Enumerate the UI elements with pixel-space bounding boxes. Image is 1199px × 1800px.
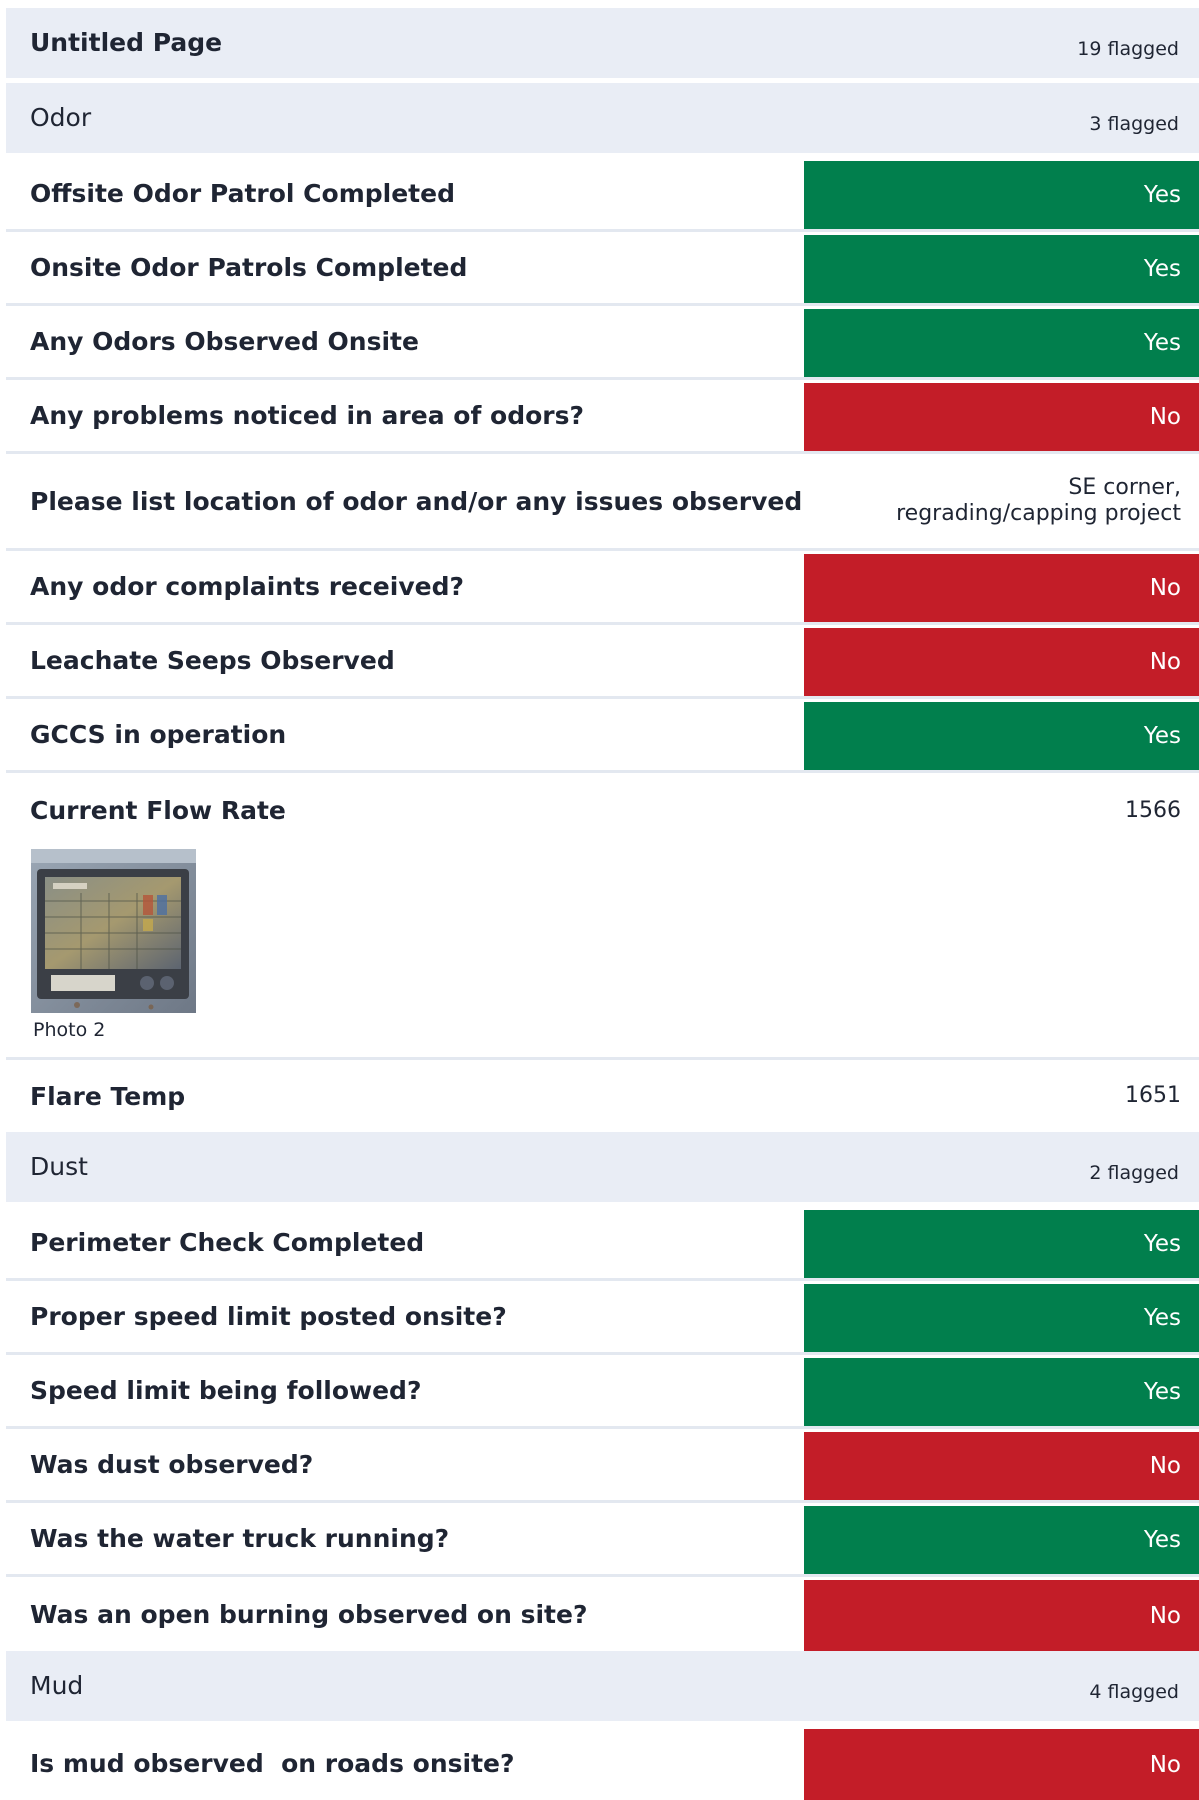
question-label: Leachate Seeps Observed bbox=[30, 646, 395, 675]
answer-no-badge: No bbox=[804, 1580, 1199, 1651]
question-label: Was an open burning observed on site? bbox=[30, 1599, 588, 1629]
list-item: GCCS in operation Yes bbox=[6, 699, 1199, 773]
list-item: Is mud observed on roads onsite? No bbox=[6, 1726, 1199, 1800]
question-label: Was dust observed? bbox=[30, 1450, 314, 1479]
section-flagged-count: 4 flagged bbox=[1089, 1681, 1179, 1703]
question-label: Any odor complaints received? bbox=[30, 572, 464, 601]
question-label: Please list location of odor and/or any … bbox=[30, 486, 803, 516]
list-item: Any Odors Observed Onsite Yes bbox=[6, 306, 1199, 380]
inspection-report: Untitled Page 19 flagged Odor 3 flagged … bbox=[6, 8, 1199, 1800]
question-label: Flare Temp bbox=[30, 1081, 186, 1111]
question-label: Offsite Odor Patrol Completed bbox=[30, 179, 455, 208]
section-title: Dust bbox=[30, 1151, 88, 1181]
list-item: Speed limit being followed? Yes bbox=[6, 1355, 1199, 1429]
answer-text: 1566 bbox=[1125, 797, 1181, 823]
answer-yes-badge: Yes bbox=[804, 1284, 1199, 1352]
list-item: Was the water truck running? Yes bbox=[6, 1503, 1199, 1577]
question-label: Is mud observed on roads onsite? bbox=[30, 1748, 515, 1778]
question-label: GCCS in operation bbox=[30, 720, 287, 749]
page-title: Untitled Page bbox=[30, 27, 223, 57]
answer-no-badge: No bbox=[804, 1432, 1199, 1500]
photo-attachment[interactable]: Photo 2 bbox=[31, 849, 196, 1041]
answer-yes-badge: Yes bbox=[804, 1506, 1199, 1574]
question-label: Was the water truck running? bbox=[30, 1524, 450, 1553]
answer-text-value: SE corner, regrading/capping project bbox=[896, 474, 1181, 526]
section-header-odor: Odor 3 flagged bbox=[6, 83, 1199, 153]
answer-no-badge: No bbox=[804, 628, 1199, 696]
question-label: Speed limit being followed? bbox=[30, 1376, 422, 1405]
section-title: Mud bbox=[30, 1670, 84, 1700]
answer-text: 1651 bbox=[1125, 1082, 1181, 1108]
question-label: Perimeter Check Completed bbox=[30, 1228, 425, 1257]
section-flagged-count: 2 flagged bbox=[1089, 1162, 1179, 1184]
page-header: Untitled Page 19 flagged bbox=[6, 8, 1199, 78]
answer-no-badge: No bbox=[804, 1729, 1199, 1800]
section-header-dust: Dust 2 flagged bbox=[6, 1132, 1199, 1202]
section-title: Odor bbox=[30, 102, 92, 132]
list-item: Perimeter Check Completed Yes bbox=[6, 1207, 1199, 1281]
list-item: Offsite Odor Patrol Completed Yes bbox=[6, 158, 1199, 232]
list-item: Flare Temp 1651 bbox=[6, 1060, 1199, 1132]
list-item: Leachate Seeps Observed No bbox=[6, 625, 1199, 699]
section-header-mud: Mud 4 flagged bbox=[6, 1651, 1199, 1721]
list-item: Proper speed limit posted onsite? Yes bbox=[6, 1281, 1199, 1355]
question-label: Proper speed limit posted onsite? bbox=[30, 1302, 507, 1331]
answer-yes-badge: Yes bbox=[804, 309, 1199, 377]
answer-yes-badge: Yes bbox=[804, 161, 1199, 229]
answer-no-badge: No bbox=[804, 383, 1199, 451]
page-flagged-count: 19 flagged bbox=[1077, 38, 1179, 60]
section-flagged-count: 3 flagged bbox=[1089, 113, 1179, 135]
list-item: Please list location of odor and/or any … bbox=[6, 454, 1199, 551]
answer-yes-badge: Yes bbox=[804, 702, 1199, 770]
answer-yes-badge: Yes bbox=[804, 1358, 1199, 1426]
answer-yes-badge: Yes bbox=[804, 235, 1199, 303]
answer-yes-badge: Yes bbox=[804, 1210, 1199, 1278]
list-item: Was an open burning observed on site? No bbox=[6, 1577, 1199, 1651]
list-item-with-photo: Current Flow Rate 1566 Photo 2 bbox=[6, 773, 1199, 1060]
answer-no-badge: No bbox=[804, 554, 1199, 622]
photo-thumbnail[interactable] bbox=[31, 849, 196, 1013]
list-item: Onsite Odor Patrols Completed Yes bbox=[6, 232, 1199, 306]
question-label: Onsite Odor Patrols Completed bbox=[30, 253, 468, 282]
answer-text: SE corner, regrading/capping project bbox=[804, 454, 1199, 548]
question-label: Any problems noticed in area of odors? bbox=[30, 401, 584, 430]
list-item: Any odor complaints received? No bbox=[6, 551, 1199, 625]
list-item: Any problems noticed in area of odors? N… bbox=[6, 380, 1199, 454]
question-label: Current Flow Rate bbox=[30, 795, 286, 825]
photo-caption: Photo 2 bbox=[33, 1019, 106, 1041]
list-item: Was dust observed? No bbox=[6, 1429, 1199, 1503]
question-label: Any Odors Observed Onsite bbox=[30, 327, 419, 356]
